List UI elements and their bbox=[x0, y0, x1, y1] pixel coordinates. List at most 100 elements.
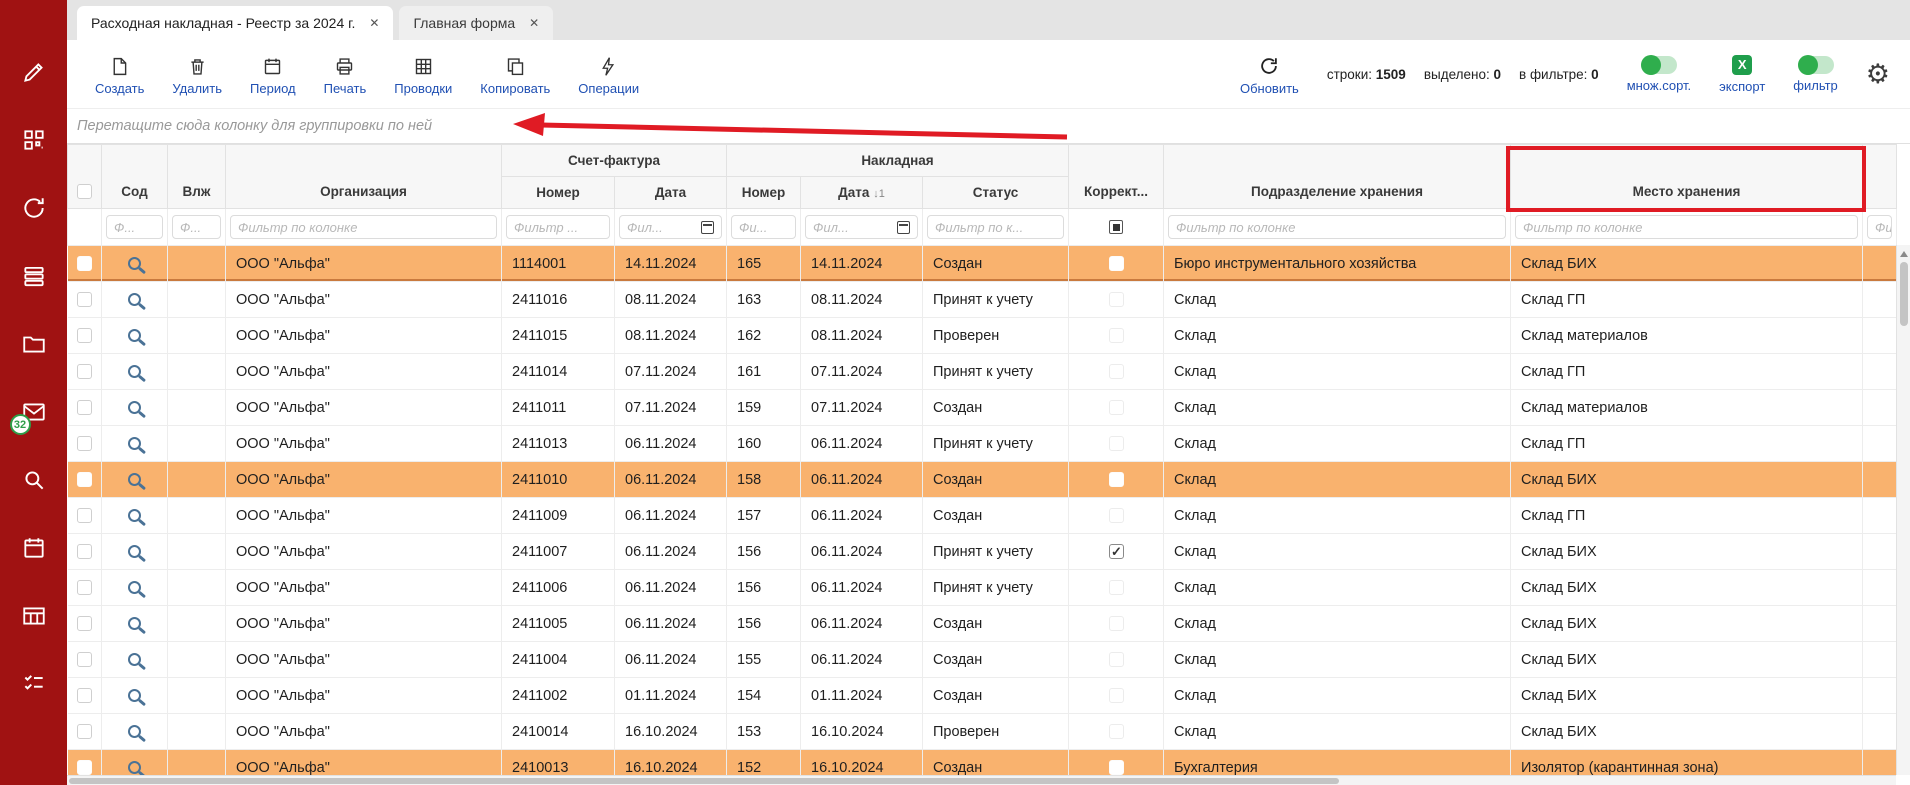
row-checkbox[interactable] bbox=[77, 580, 92, 595]
magnifier-icon[interactable] bbox=[128, 761, 141, 774]
magnifier-icon[interactable] bbox=[128, 401, 141, 414]
magnifier-icon[interactable] bbox=[128, 725, 141, 738]
row-checkbox[interactable] bbox=[77, 760, 92, 775]
row-checkbox[interactable] bbox=[77, 436, 92, 451]
row-select-cell[interactable] bbox=[68, 642, 102, 678]
row-select-cell[interactable] bbox=[68, 354, 102, 390]
korrekt-checkbox[interactable] bbox=[1109, 688, 1124, 703]
korrekt-cell[interactable] bbox=[1069, 246, 1164, 282]
row-open-cell[interactable] bbox=[102, 714, 168, 750]
table-row[interactable]: ООО "Альфа"241100606.11.202415606.11.202… bbox=[68, 570, 1897, 606]
korrekt-checkbox[interactable] bbox=[1109, 364, 1124, 379]
korrekt-cell[interactable] bbox=[1069, 282, 1164, 318]
row-checkbox[interactable] bbox=[77, 688, 92, 703]
edit-icon[interactable] bbox=[20, 58, 48, 86]
col-header-waybill-date[interactable]: Дата ↓1 bbox=[801, 177, 923, 209]
table-row[interactable]: ООО "Альфа"241101508.11.202416208.11.202… bbox=[68, 318, 1897, 354]
magnifier-icon[interactable] bbox=[128, 329, 141, 342]
col-header-invoice-number[interactable]: Номер bbox=[502, 177, 615, 209]
period-button[interactable]: Период bbox=[250, 53, 296, 96]
magnifier-icon[interactable] bbox=[128, 581, 141, 594]
table-row[interactable]: ООО "Альфа"241100906.11.202415706.11.202… bbox=[68, 498, 1897, 534]
korrekt-cell[interactable] bbox=[1069, 462, 1164, 498]
folder-icon[interactable] bbox=[20, 330, 48, 358]
print-button[interactable]: Печать bbox=[324, 53, 367, 96]
row-checkbox[interactable] bbox=[77, 472, 92, 487]
col-header-sod[interactable]: Сод bbox=[102, 145, 168, 209]
toggle-icon[interactable] bbox=[1798, 56, 1834, 74]
korrekt-checkbox[interactable] bbox=[1109, 724, 1124, 739]
multisort-toggle[interactable]: множ.сорт. bbox=[1627, 56, 1691, 93]
col-header-vlzh[interactable]: Влж bbox=[168, 145, 226, 209]
row-open-cell[interactable] bbox=[102, 678, 168, 714]
korrekt-checkbox[interactable] bbox=[1109, 328, 1124, 343]
row-open-cell[interactable] bbox=[102, 498, 168, 534]
row-open-cell[interactable] bbox=[102, 318, 168, 354]
row-open-cell[interactable] bbox=[102, 246, 168, 282]
row-checkbox[interactable] bbox=[77, 256, 92, 271]
row-open-cell[interactable] bbox=[102, 534, 168, 570]
sod-filter-input[interactable]: Ф... bbox=[106, 215, 163, 239]
table-row[interactable]: ООО "Альфа"241001316.10.202415216.10.202… bbox=[68, 750, 1897, 776]
calendar-icon[interactable] bbox=[20, 534, 48, 562]
tab-main-form[interactable]: Главная форма ✕ bbox=[399, 6, 553, 40]
invoice-date-filter-input[interactable]: Фил... bbox=[619, 215, 722, 239]
scroll-up-arrow[interactable] bbox=[1900, 251, 1908, 257]
magnifier-icon[interactable] bbox=[128, 365, 141, 378]
dept-filter-input[interactable]: Фильтр по колонке bbox=[1168, 215, 1506, 239]
row-open-cell[interactable] bbox=[102, 282, 168, 318]
horizontal-scroll-thumb[interactable] bbox=[69, 778, 1339, 784]
row-select-cell[interactable] bbox=[68, 390, 102, 426]
gear-icon[interactable]: ⚙ bbox=[1866, 61, 1890, 88]
row-checkbox[interactable] bbox=[77, 364, 92, 379]
row-select-cell[interactable] bbox=[68, 714, 102, 750]
korrekt-cell[interactable] bbox=[1069, 534, 1164, 570]
row-open-cell[interactable] bbox=[102, 354, 168, 390]
korrekt-cell[interactable] bbox=[1069, 354, 1164, 390]
table-row[interactable]: ООО "Альфа"241101608.11.202416308.11.202… bbox=[68, 282, 1897, 318]
status-filter-input[interactable]: Фильтр по к... bbox=[927, 215, 1064, 239]
row-checkbox[interactable] bbox=[77, 508, 92, 523]
toggle-icon[interactable] bbox=[1641, 56, 1677, 74]
korrekt-checkbox[interactable] bbox=[1109, 652, 1124, 667]
qr-grid-icon[interactable] bbox=[20, 126, 48, 154]
korrekt-filter-checkbox[interactable] bbox=[1109, 220, 1123, 234]
magnifier-icon[interactable] bbox=[128, 545, 141, 558]
korrekt-cell[interactable] bbox=[1069, 750, 1164, 776]
korrekt-checkbox[interactable] bbox=[1109, 436, 1124, 451]
refresh-button[interactable]: Обновить bbox=[1240, 53, 1299, 96]
korrekt-checkbox[interactable] bbox=[1109, 760, 1124, 775]
korrekt-checkbox[interactable] bbox=[1109, 544, 1124, 559]
invoice-number-filter-input[interactable]: Фильтр ... bbox=[506, 215, 610, 239]
row-select-cell[interactable] bbox=[68, 570, 102, 606]
korrekt-cell[interactable] bbox=[1069, 426, 1164, 462]
table-row[interactable]: ООО "Альфа"241101006.11.202415806.11.202… bbox=[68, 462, 1897, 498]
filter-toggle[interactable]: фильтр bbox=[1793, 56, 1837, 93]
row-open-cell[interactable] bbox=[102, 390, 168, 426]
tab-register[interactable]: Расходная накладная - Реестр за 2024 г. … bbox=[77, 6, 393, 40]
row-select-cell[interactable] bbox=[68, 606, 102, 642]
row-checkbox[interactable] bbox=[77, 292, 92, 307]
korrekt-checkbox[interactable] bbox=[1109, 616, 1124, 631]
row-checkbox[interactable] bbox=[77, 616, 92, 631]
row-select-cell[interactable] bbox=[68, 282, 102, 318]
horizontal-scrollbar[interactable] bbox=[67, 775, 1896, 785]
row-select-cell[interactable] bbox=[68, 534, 102, 570]
row-open-cell[interactable] bbox=[102, 570, 168, 606]
row-checkbox[interactable] bbox=[77, 652, 92, 667]
row-open-cell[interactable] bbox=[102, 426, 168, 462]
magnifier-icon[interactable] bbox=[128, 293, 141, 306]
korrekt-checkbox[interactable] bbox=[1109, 580, 1124, 595]
magnifier-icon[interactable] bbox=[128, 689, 141, 702]
magnifier-icon[interactable] bbox=[128, 437, 141, 450]
row-checkbox[interactable] bbox=[77, 328, 92, 343]
table-row[interactable]: ООО "Альфа"241101107.11.202415907.11.202… bbox=[68, 390, 1897, 426]
table-row[interactable]: ООО "Альфа"241101306.11.202416006.11.202… bbox=[68, 426, 1897, 462]
group-by-bar[interactable]: Перетащите сюда колонку для группировки … bbox=[67, 108, 1910, 144]
korrekt-cell[interactable] bbox=[1069, 678, 1164, 714]
korrekt-checkbox[interactable] bbox=[1109, 256, 1124, 271]
row-select-cell[interactable] bbox=[68, 318, 102, 354]
korrekt-cell[interactable] bbox=[1069, 570, 1164, 606]
table-row[interactable]: ООО "Альфа"241100201.11.202415401.11.202… bbox=[68, 678, 1897, 714]
operations-button[interactable]: Операции bbox=[578, 53, 639, 96]
